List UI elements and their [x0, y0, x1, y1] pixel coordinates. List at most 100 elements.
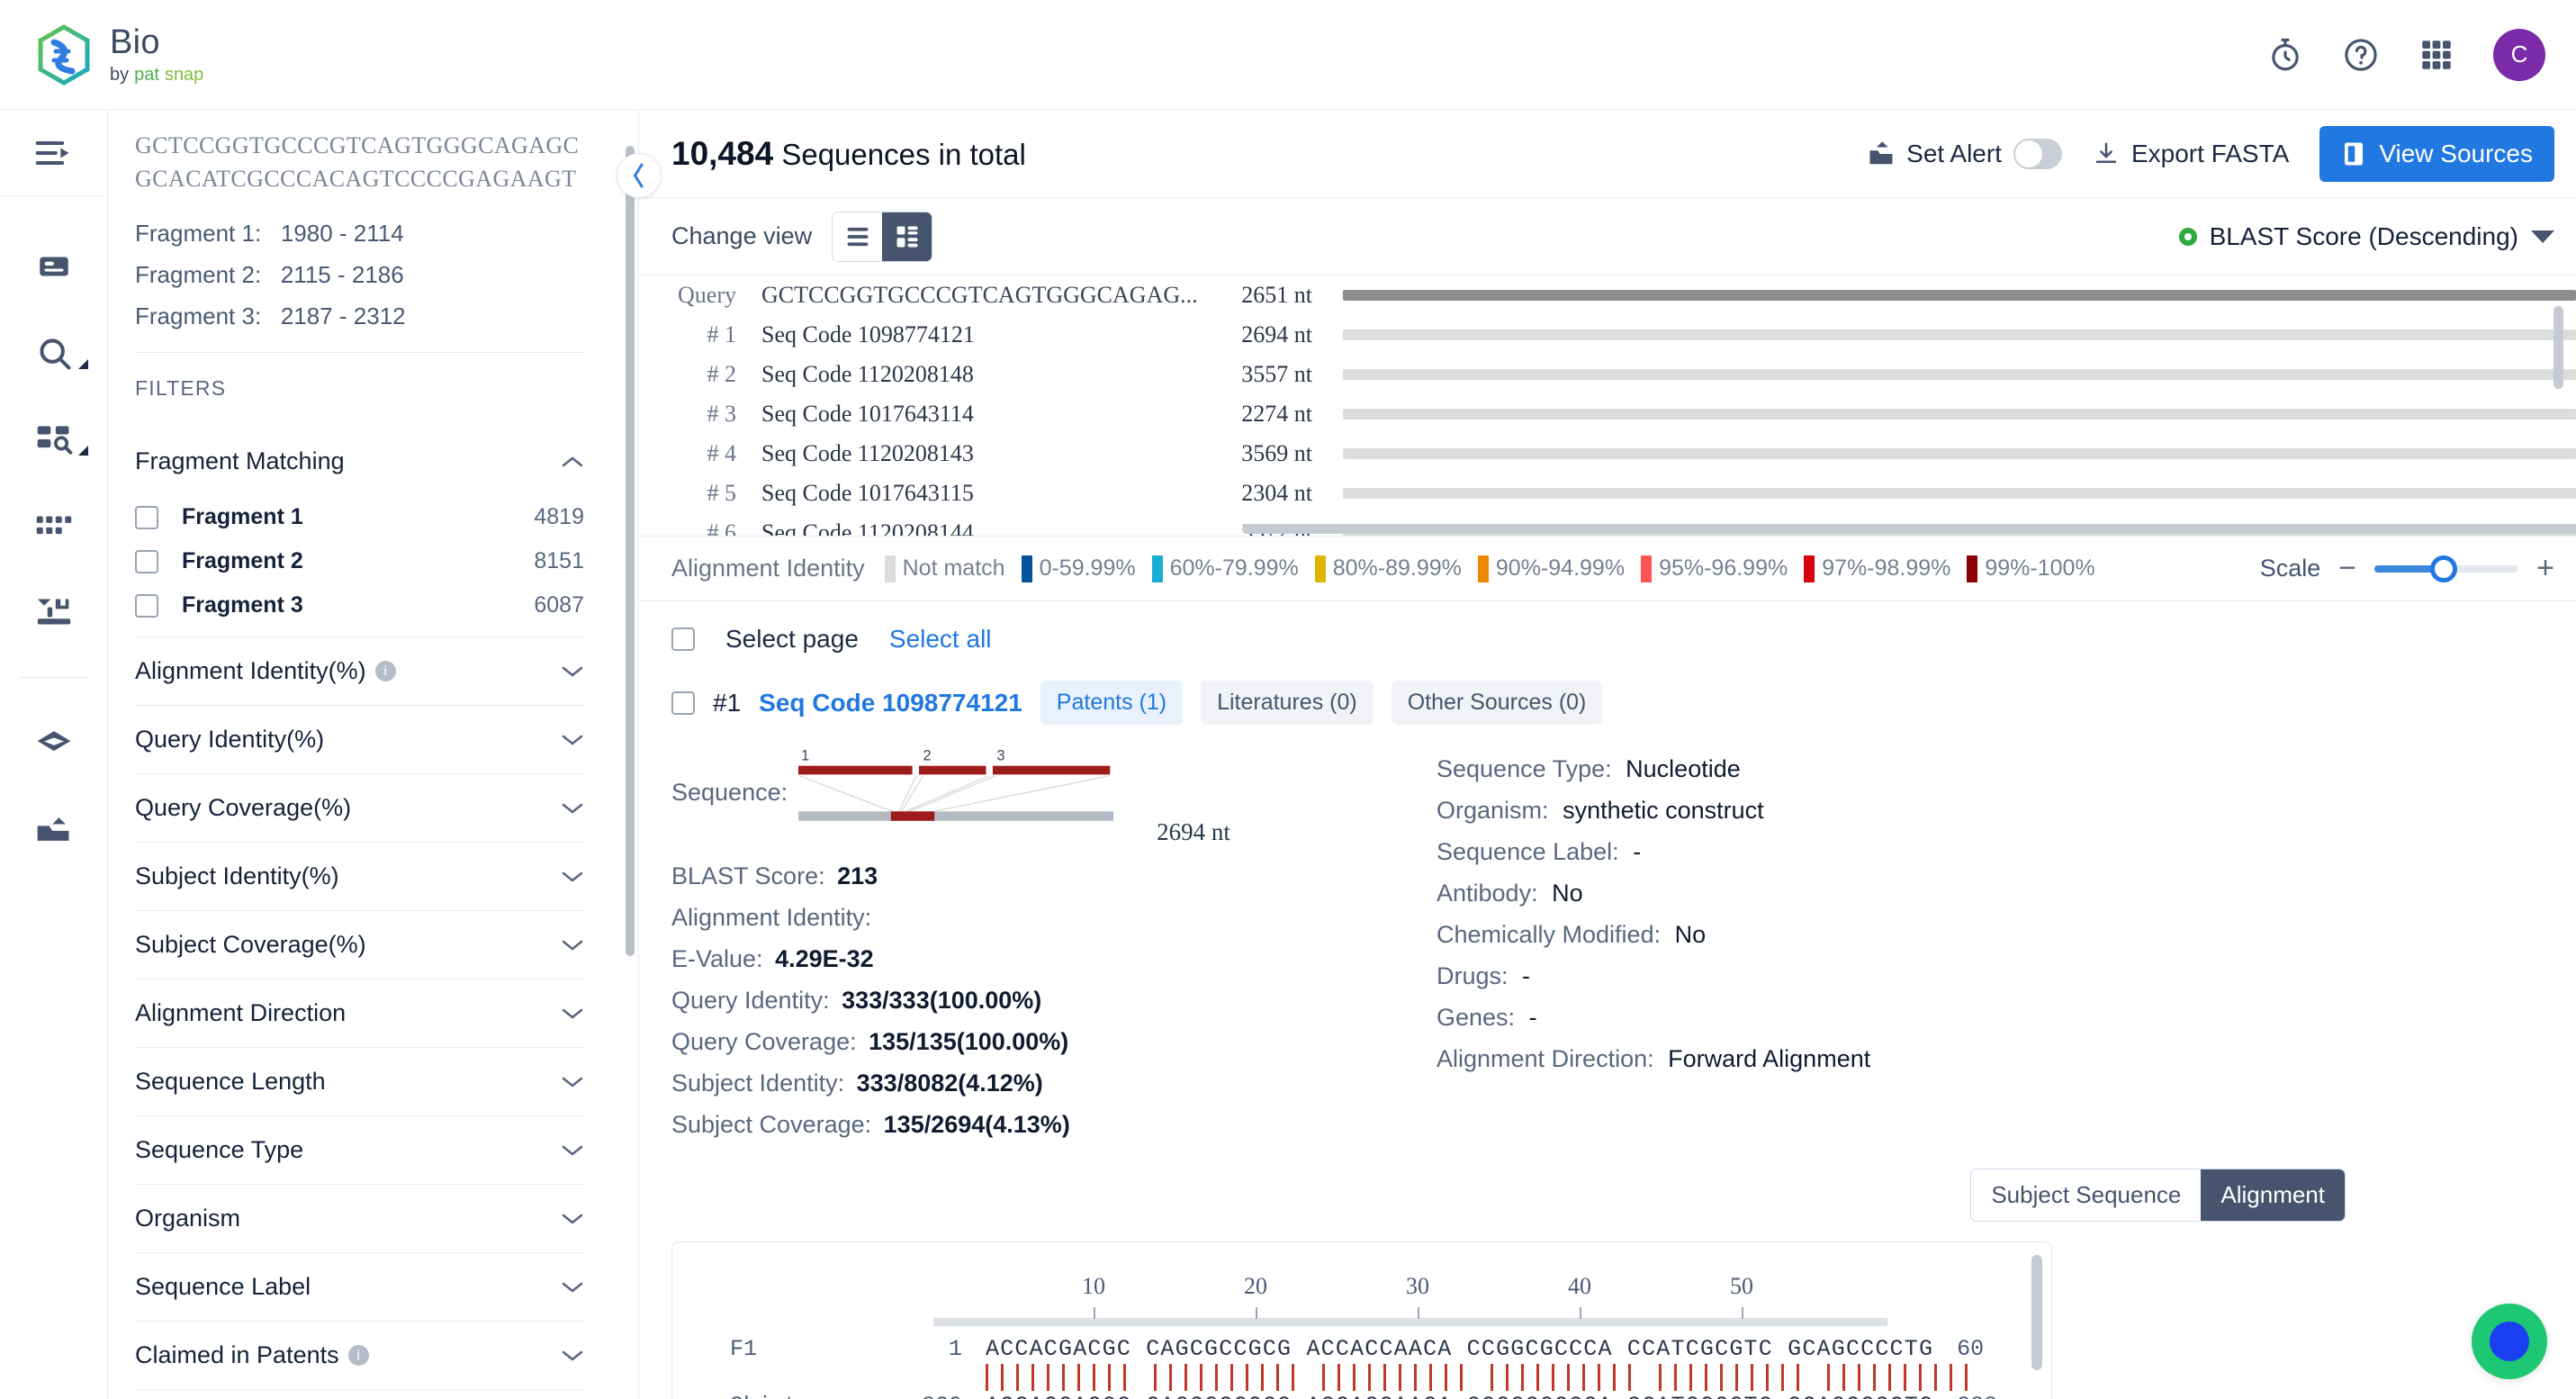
legend-item-80-89: 80%-89.99%: [1314, 555, 1462, 582]
avatar[interactable]: C: [2493, 28, 2545, 81]
overview-length: 3569 nt: [1241, 440, 1312, 466]
meta-label: Drugs:: [1437, 962, 1509, 989]
filter-checkbox-fragment-3[interactable]: Fragment 3 6087: [135, 583, 584, 627]
set-alert-toggle[interactable]: [2013, 138, 2062, 169]
overview-horizontal-scrollbar[interactable]: [1242, 524, 2576, 534]
sort-selector[interactable]: BLAST Score (Descending): [2178, 222, 2554, 251]
chevron-corner-icon-2: [77, 446, 88, 456]
overview-name: Seq Code 1017643114: [761, 401, 974, 427]
rail-item-documents[interactable]: [0, 223, 108, 310]
filter-checkbox-fragment-1[interactable]: Fragment 1 4819: [135, 495, 584, 539]
meta-value: -: [1528, 1004, 1537, 1031]
overview-row[interactable]: # 2 Seq Code 1120208148 3557 nt: [639, 355, 2576, 394]
help-icon[interactable]: [2342, 36, 2380, 74]
filter-group-claimed-in-patents[interactable]: Claimed in Patents i: [135, 1322, 584, 1389]
rail-item-grid-dots[interactable]: [0, 483, 108, 569]
rail-item-search[interactable]: [0, 310, 108, 396]
rail-item-inbox-upload[interactable]: [0, 786, 108, 872]
filter-group-subject-coverage[interactable]: Subject Coverage(%): [135, 911, 584, 979]
alignment-scrollbar[interactable]: [2031, 1255, 2042, 1370]
overview-row[interactable]: # 4 Seq Code 1120208143 3569 nt: [639, 434, 2576, 474]
tab-patents[interactable]: Patents (1): [1040, 681, 1184, 725]
result-seq-code-link[interactable]: Seq Code 1098774121: [759, 689, 1022, 718]
chevron-down-icon: [562, 940, 583, 951]
filter-group-alignment-direction[interactable]: Alignment Direction: [135, 979, 584, 1047]
filter-group-alignment-identity[interactable]: Alignment Identity(%) i: [135, 637, 584, 705]
alignment-ruler: 10 20 30 40 50: [933, 1273, 1923, 1336]
set-alert-control[interactable]: Set Alert: [1868, 138, 2062, 169]
collapse-sidebar-button[interactable]: [617, 153, 662, 198]
select-all-link[interactable]: Select all: [889, 625, 992, 654]
list-view-button[interactable]: [833, 212, 883, 261]
alert-inbox-icon: [1869, 140, 1893, 164]
overview-row-query[interactable]: Query GCTCCGGTGCCCGTCAGTGGGCAGAG... 2651…: [639, 275, 2576, 315]
overview-rank: Query: [678, 282, 736, 308]
overview-length: 2274 nt: [1241, 401, 1312, 427]
tab-literatures[interactable]: Literatures (0): [1201, 681, 1374, 725]
legend-item-0-59: 0-59.99%: [1021, 555, 1136, 582]
filter-group-fragment-matching[interactable]: Fragment Matching: [135, 428, 584, 495]
tab-other-sources[interactable]: Other Sources (0): [1391, 681, 1603, 725]
sidebar-divider: [135, 352, 584, 353]
overview-row[interactable]: # 3 Seq Code 1017643114 2274 nt: [639, 394, 2576, 434]
overview-rank: # 3: [707, 401, 737, 427]
apps-grid-icon[interactable]: [2418, 36, 2455, 74]
rail-item-expand[interactable]: [0, 110, 107, 196]
view-sources-button[interactable]: View Sources: [2319, 125, 2554, 182]
export-fasta-button[interactable]: Export FASTA: [2093, 140, 2289, 168]
filter-group-sequence-length[interactable]: Sequence Length: [135, 1048, 584, 1115]
metric-value: 135/135(100.00%): [869, 1028, 1069, 1055]
tab-alignment[interactable]: Alignment: [2201, 1169, 2345, 1221]
rail-item-tools[interactable]: [0, 569, 108, 655]
overview-vertical-scrollbar[interactable]: [2553, 306, 2563, 389]
chevron-down-icon: [562, 1008, 583, 1019]
scale-plus-button[interactable]: +: [2536, 553, 2554, 584]
overview-row[interactable]: # 1 Seq Code 1098774121 2694 nt: [639, 315, 2576, 355]
metric-label: Query Identity:: [671, 987, 830, 1014]
rail-item-compare-search[interactable]: [0, 396, 108, 483]
sidebar-scrollbar[interactable]: [626, 146, 635, 956]
filter-group-sequence-type[interactable]: Sequence Type: [135, 1116, 584, 1184]
filter-group-subject-identity[interactable]: Subject Identity(%): [135, 843, 584, 910]
rail-item-layers[interactable]: [0, 700, 108, 786]
metric-value: 4.29E-32: [775, 945, 874, 972]
meta-label: Alignment Direction:: [1437, 1045, 1654, 1072]
card-view-button[interactable]: [882, 212, 932, 261]
meta-value: -: [1522, 962, 1531, 989]
overview-row[interactable]: # 5 Seq Code 1017643115 2304 nt: [639, 474, 2576, 513]
filter-group-query-coverage[interactable]: Query Coverage(%): [135, 774, 584, 842]
select-page-checkbox[interactable]: [671, 627, 695, 651]
brand-logo-group[interactable]: Bio by pat snap: [36, 23, 203, 86]
checkbox-box[interactable]: [135, 549, 158, 573]
overview-name: Seq Code 1120208143: [761, 440, 974, 466]
filter-group-sequence-label[interactable]: Sequence Label: [135, 1253, 584, 1321]
overview-length: 2651 nt: [1241, 282, 1312, 308]
tools-icon: [37, 599, 70, 625]
meta-value: No: [1552, 880, 1583, 907]
ruler-tick: [1094, 1307, 1095, 1319]
list-view-icon: [847, 227, 869, 246]
result-rank: #1: [713, 688, 742, 717]
overview-rank: # 2: [707, 361, 737, 387]
chevron-down-icon: [562, 1145, 583, 1156]
result-checkbox[interactable]: [671, 690, 695, 715]
stopwatch-icon[interactable]: [2266, 36, 2304, 74]
filter-group-query-identity[interactable]: Query Identity(%): [135, 706, 584, 773]
fragment-range-value-1: 1980 - 2114: [280, 220, 404, 247]
scale-slider-knob[interactable]: [2430, 555, 2458, 582]
chat-assistant-button[interactable]: [2472, 1304, 2547, 1379]
legend-item-95-96: 95%-96.99%: [1641, 555, 1788, 582]
scale-slider[interactable]: [2374, 555, 2519, 582]
filter-checkbox-fragment-2[interactable]: Fragment 2 8151: [135, 539, 584, 583]
info-icon[interactable]: i: [374, 661, 396, 681]
query-seq-line-2: CATCGCCCACAGTCCCCGAGAAGTTGGG: [135, 165, 577, 200]
tab-subject-sequence[interactable]: Subject Sequence: [1971, 1169, 2202, 1221]
scale-minus-button[interactable]: −: [2338, 553, 2356, 584]
checkbox-box[interactable]: [135, 593, 158, 618]
filter-group-organism[interactable]: Organism: [135, 1185, 584, 1252]
checkbox-box[interactable]: [135, 505, 158, 529]
brand-pat: pat: [134, 65, 159, 85]
ruler-tick-label-20: 20: [1244, 1273, 1267, 1299]
legend-label: Not match: [902, 555, 1005, 581]
info-icon[interactable]: i: [347, 1345, 369, 1366]
